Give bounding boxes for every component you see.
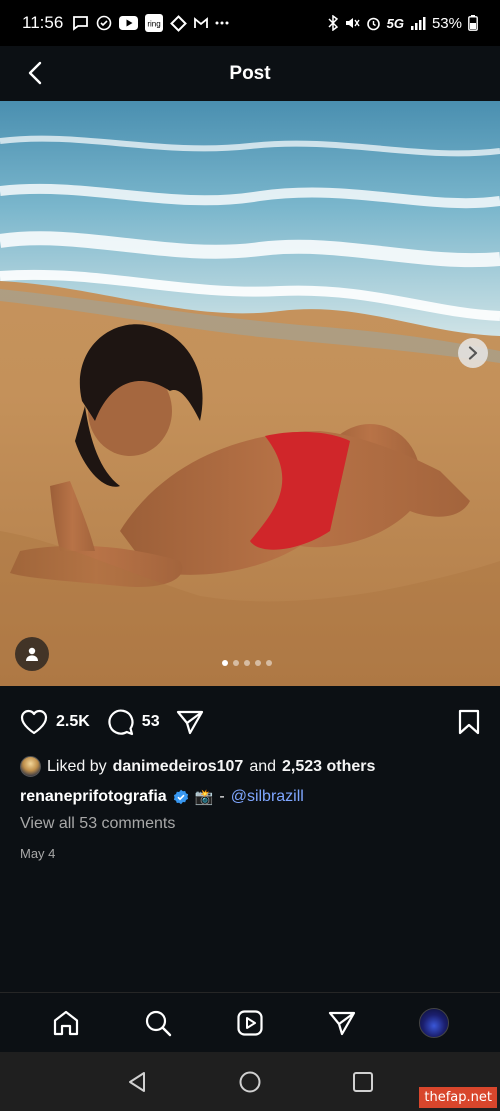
heart-icon	[20, 709, 48, 735]
home-icon	[53, 1010, 79, 1035]
status-right: 5G 53%	[328, 15, 478, 32]
triangle-back-icon	[128, 1071, 145, 1092]
bottom-nav	[0, 992, 500, 1052]
system-home-button[interactable]	[234, 1066, 266, 1098]
chevron-left-icon	[28, 61, 42, 85]
beach-photo	[0, 101, 500, 686]
carousel-dot	[233, 660, 239, 666]
bookmark-icon	[458, 709, 480, 735]
post-actions: 2.5K 53	[0, 686, 500, 758]
carousel-dot	[255, 660, 261, 666]
network-type: 5G	[386, 15, 404, 31]
liker-avatar	[20, 756, 41, 777]
likes-count: 2.5K	[56, 713, 90, 730]
battery-percent: 53%	[431, 14, 462, 32]
send-icon	[328, 1011, 356, 1035]
author-username[interactable]: renaneprifotografia	[20, 788, 167, 806]
page-title: Post	[229, 62, 271, 84]
carousel-dot	[266, 660, 272, 666]
system-recents-button[interactable]	[347, 1066, 379, 1098]
bluetooth-icon	[328, 15, 338, 31]
gmail-icon	[194, 17, 209, 29]
person-icon	[26, 647, 38, 661]
camera-emoji: 📸	[194, 789, 214, 806]
comment-icon	[108, 709, 134, 736]
reels-icon	[237, 1009, 263, 1036]
circle-home-icon	[239, 1071, 261, 1092]
status-left: 11:56 ring	[22, 13, 229, 33]
ring-label: ring	[148, 20, 161, 29]
diamond-icon	[170, 14, 188, 32]
profile-avatar	[419, 1007, 449, 1038]
system-back-button[interactable]	[121, 1066, 153, 1098]
liked-by-and: and	[249, 757, 277, 775]
carousel-dot	[244, 660, 250, 666]
share-button[interactable]	[176, 709, 204, 735]
check-circle-icon	[96, 15, 112, 31]
post-caption: renaneprifotografia 📸 - @silbrazill	[20, 788, 304, 806]
alarm-icon	[366, 16, 381, 31]
view-all-comments-link[interactable]: View all 53 comments	[20, 815, 175, 833]
liked-by-others[interactable]: 2,523 others	[282, 758, 375, 776]
nav-search[interactable]	[140, 1005, 176, 1041]
nav-messages[interactable]	[324, 1005, 360, 1041]
mute-icon	[344, 15, 360, 31]
send-icon	[176, 710, 203, 735]
ring-icon: ring	[145, 14, 164, 32]
tagged-people-button[interactable]	[15, 637, 49, 671]
nav-home[interactable]	[48, 1005, 84, 1041]
comment-button[interactable]: 53	[106, 708, 160, 736]
liked-by-prefix: Liked by	[47, 757, 107, 775]
verified-badge-icon	[173, 789, 189, 805]
carousel-next-button[interactable]	[458, 338, 488, 368]
save-button[interactable]	[458, 709, 480, 735]
watermark: thefap.net	[419, 1087, 497, 1108]
liked-by-row[interactable]: Liked by danimedeiros107 and 2,523 other…	[20, 756, 375, 777]
nav-reels[interactable]	[232, 1005, 268, 1041]
square-recents-icon	[353, 1071, 374, 1092]
more-icon	[215, 21, 229, 25]
comments-count: 53	[141, 713, 160, 730]
chevron-right-icon	[468, 346, 478, 360]
battery-icon	[468, 15, 478, 31]
caption-separator: -	[219, 788, 225, 805]
caption-mention-link[interactable]: @silbrazill	[231, 788, 304, 806]
nav-profile[interactable]	[416, 1005, 452, 1041]
back-button[interactable]	[20, 58, 50, 88]
signal-icon	[410, 16, 426, 30]
carousel-dot	[222, 660, 228, 666]
status-time: 11:56	[22, 13, 64, 32]
like-button[interactable]: 2.5K	[20, 709, 90, 735]
post-image[interactable]	[0, 101, 500, 686]
post-header: Post	[0, 46, 500, 101]
status-bar: 11:56 ring 5G 53%	[0, 0, 500, 46]
post-date: May 4	[20, 846, 56, 861]
message-icon	[72, 15, 89, 31]
liked-by-user[interactable]: danimedeiros107	[113, 758, 244, 776]
carousel-dots	[222, 660, 272, 666]
search-icon	[145, 1010, 172, 1036]
youtube-icon	[119, 16, 139, 30]
